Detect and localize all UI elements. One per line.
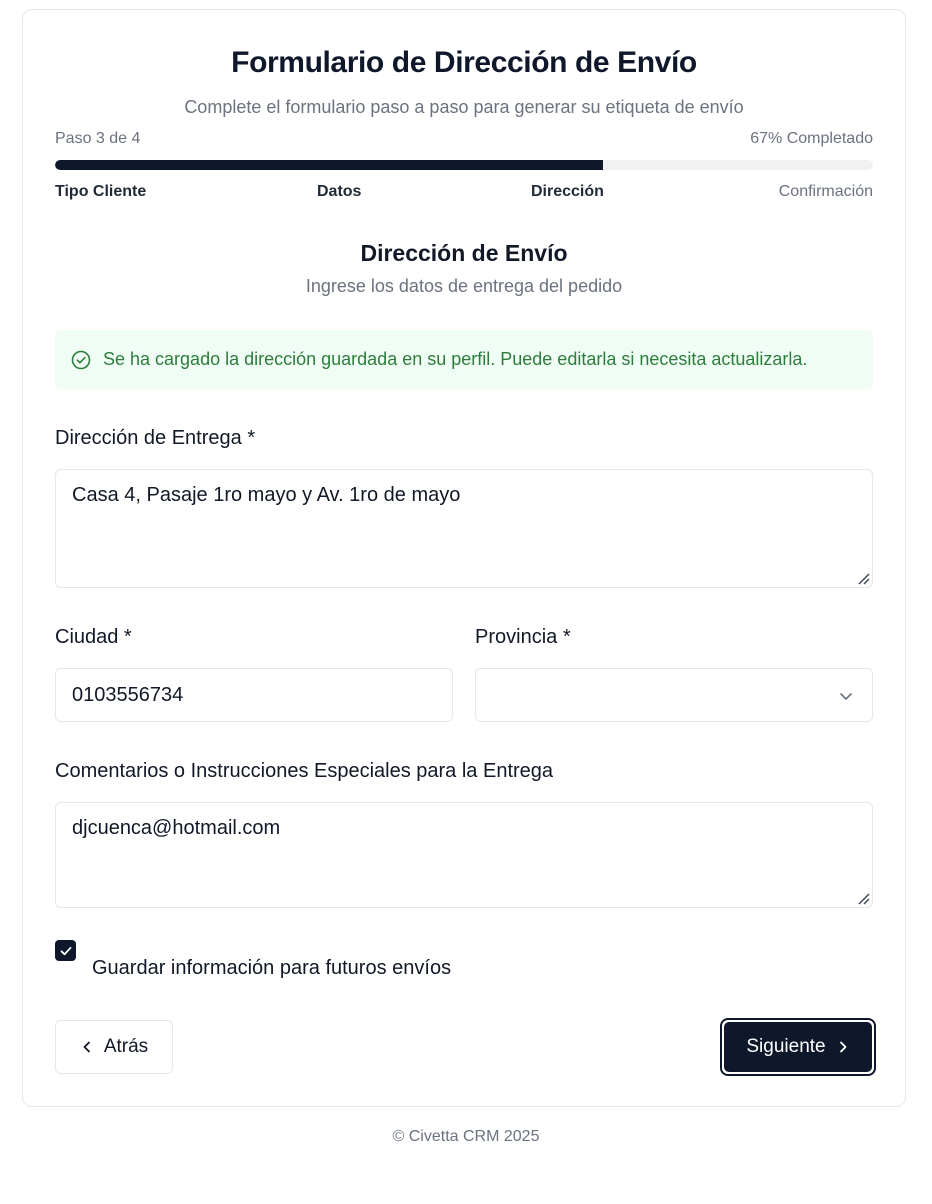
next-button[interactable]: Siguiente	[720, 1018, 876, 1076]
chevron-left-icon	[83, 1041, 90, 1053]
saved-address-alert: Se ha cargado la dirección guardada en s…	[55, 330, 873, 389]
footer-copyright: © Civetta CRM 2025	[392, 1128, 540, 1145]
step-indicator: Paso 3 de 4	[55, 130, 141, 147]
step-label-direccion: Dirección	[531, 183, 604, 200]
section-subtitle: Ingrese los datos de entrega del pedido	[305, 276, 623, 296]
next-button-label: Siguiente	[746, 1036, 826, 1057]
check-circle-icon	[71, 350, 91, 369]
save-info-label[interactable]: Guardar información para futuros envíos	[92, 957, 451, 980]
resize-handle-icon[interactable]	[856, 571, 870, 585]
back-button[interactable]: Atrás	[55, 1020, 173, 1074]
comments-label: Comentarios o Instrucciones Especiales p…	[55, 760, 554, 782]
province-select[interactable]	[475, 668, 873, 722]
address-label: Dirección de Entrega *	[55, 427, 256, 449]
checkmark-icon	[60, 946, 71, 955]
city-label: Ciudad *	[55, 626, 132, 648]
step-label-tipo-cliente: Tipo Cliente	[55, 183, 147, 200]
save-info-checkbox[interactable]	[55, 940, 76, 961]
address-value: Casa 4, Pasaje 1ro mayo y Av. 1ro de may…	[72, 484, 461, 506]
chevron-down-icon	[840, 693, 852, 700]
province-label: Provincia *	[475, 626, 571, 648]
city-value: 0103556734	[72, 683, 184, 706]
step-label-confirmacion: Confirmación	[778, 183, 873, 200]
resize-handle-icon[interactable]	[856, 891, 870, 905]
progress-fill	[55, 160, 604, 170]
comments-value: djcuenca@hotmail.com	[72, 817, 281, 839]
chevron-right-icon	[839, 1041, 847, 1053]
next-button-inner[interactable]: Siguiente	[724, 1022, 872, 1072]
page-title: Formulario de Dirección de Envío	[231, 46, 697, 79]
comments-textarea[interactable]: djcuenca@hotmail.com	[55, 802, 873, 908]
alert-text: Se ha cargado la dirección guardada en s…	[103, 349, 808, 369]
step-label-datos: Datos	[317, 183, 362, 200]
progress-bar	[55, 160, 873, 170]
address-textarea[interactable]: Casa 4, Pasaje 1ro mayo y Av. 1ro de may…	[55, 469, 873, 588]
back-button-label: Atrás	[103, 1036, 149, 1057]
page-subtitle: Complete el formulario paso a paso para …	[184, 97, 744, 117]
section-title: Dirección de Envío	[360, 240, 568, 266]
city-input[interactable]: 0103556734	[55, 668, 453, 722]
form-card: Formulario de Dirección de Envío Complet…	[22, 9, 906, 1107]
percent-complete: 67% Completado	[750, 130, 873, 147]
